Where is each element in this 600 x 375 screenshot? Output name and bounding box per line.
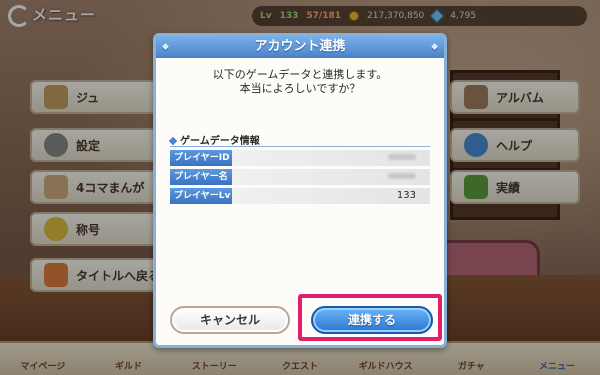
dialog-message: 以下のゲームデータと連携します。 本当によろしいですか？: [156, 68, 444, 96]
highlight-box: [298, 294, 442, 341]
redacted-value: [388, 173, 416, 179]
player-id-value: [232, 150, 430, 166]
cancel-button[interactable]: キャンセル: [170, 306, 290, 334]
dialog-message-line1: 以下のゲームデータと連携します。: [212, 68, 388, 81]
player-level-value: 133: [232, 188, 430, 204]
diamond-bullet-icon: [168, 136, 178, 146]
info-label: プレイヤーLv: [170, 188, 232, 204]
dialog-title: アカウント連携: [156, 36, 444, 58]
dialog-message-line2: 本当によろしいですか？: [239, 82, 361, 95]
info-row-player-name: プレイヤー名: [170, 169, 430, 185]
player-name-value: [232, 169, 430, 185]
info-row-player-level: プレイヤーLv 133: [170, 188, 430, 204]
section-title: ゲームデータ情報: [168, 132, 260, 147]
info-row-player-id: プレイヤーID: [170, 150, 430, 166]
info-label: プレイヤー名: [170, 169, 232, 185]
info-label: プレイヤーID: [170, 150, 232, 166]
section-divider: [170, 146, 430, 147]
redacted-value: [388, 154, 416, 160]
